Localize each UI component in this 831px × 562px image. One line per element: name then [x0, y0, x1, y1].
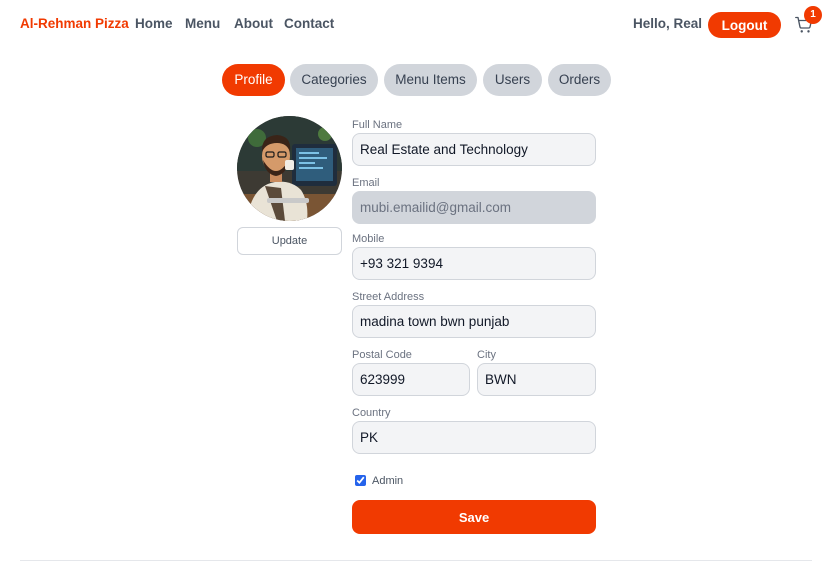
country-input[interactable] — [352, 421, 596, 454]
brand-logo[interactable]: Al-Rehman Pizza — [20, 16, 129, 31]
tab-orders[interactable]: Orders — [548, 64, 611, 96]
street-address-input[interactable] — [352, 305, 596, 338]
tab-users[interactable]: Users — [483, 64, 542, 96]
mobile-label: Mobile — [352, 233, 385, 245]
city-label: City — [477, 349, 496, 361]
avatar — [237, 116, 342, 221]
email-label: Email — [352, 177, 380, 189]
street-address-label: Street Address — [352, 291, 425, 303]
user-greeting[interactable]: Hello, Real — [633, 16, 702, 31]
save-button[interactable]: Save — [352, 500, 596, 534]
nav-contact[interactable]: Contact — [284, 16, 334, 31]
nav-home[interactable]: Home — [135, 16, 173, 31]
country-label: Country — [352, 407, 391, 419]
admin-checkbox[interactable] — [355, 475, 366, 486]
admin-label[interactable]: Admin — [372, 475, 403, 487]
tab-menu-items[interactable]: Menu Items — [384, 64, 477, 96]
logout-button[interactable]: Logout — [708, 12, 781, 38]
avatar-image — [237, 116, 342, 221]
cart-count-badge: 1 — [804, 6, 822, 24]
full-name-input[interactable] — [352, 133, 596, 166]
tab-profile[interactable]: Profile — [222, 64, 285, 96]
postal-code-label: Postal Code — [352, 349, 412, 361]
footer-divider — [20, 560, 812, 561]
nav-about[interactable]: About — [234, 16, 273, 31]
email-input — [352, 191, 596, 224]
update-avatar-button[interactable]: Update — [237, 227, 342, 255]
tab-categories[interactable]: Categories — [290, 64, 378, 96]
mobile-input[interactable] — [352, 247, 596, 280]
postal-code-input[interactable] — [352, 363, 470, 396]
full-name-label: Full Name — [352, 119, 403, 131]
nav-menu[interactable]: Menu — [185, 16, 220, 31]
city-input[interactable] — [477, 363, 596, 396]
